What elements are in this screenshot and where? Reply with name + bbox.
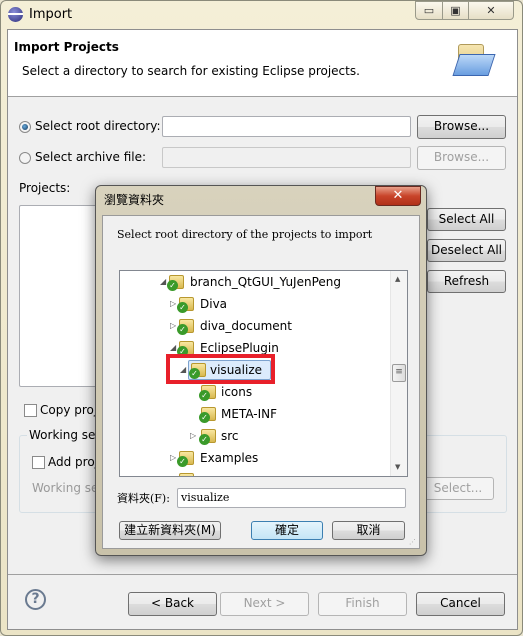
tree-item-label: Examples bbox=[200, 451, 259, 465]
cancel-button[interactable]: Cancel bbox=[416, 592, 505, 616]
root-browse-button[interactable]: Browse... bbox=[417, 115, 506, 139]
page-description: Select a directory to search for existin… bbox=[22, 64, 360, 78]
archive-browse-button[interactable]: Browse... bbox=[417, 146, 506, 170]
folder-banner-icon bbox=[452, 42, 496, 82]
maximize-button[interactable]: ▣ bbox=[442, 1, 469, 20]
window-title: Import bbox=[29, 7, 73, 22]
tree-scrollbar[interactable]: ▲ ≡ ▼ bbox=[390, 271, 407, 476]
ok-button[interactable]: 確定 bbox=[251, 521, 323, 540]
resize-grip-icon[interactable]: ⋰ bbox=[409, 538, 416, 546]
archive-file-radio[interactable] bbox=[19, 152, 31, 164]
page-title: Import Projects bbox=[14, 40, 119, 54]
root-directory-input[interactable] bbox=[162, 116, 411, 137]
dialog-cancel-button[interactable]: 取消 bbox=[332, 521, 405, 540]
back-button[interactable]: < Back bbox=[128, 592, 217, 616]
select-all-button[interactable]: Select All bbox=[427, 208, 506, 231]
archive-file-label: Select archive file: bbox=[35, 150, 147, 164]
minimize-button[interactable]: ▭ bbox=[415, 1, 443, 20]
scroll-down-icon[interactable]: ▼ bbox=[395, 463, 400, 471]
root-directory-radio[interactable] bbox=[19, 121, 31, 133]
finish-button[interactable]: Finish bbox=[318, 592, 407, 616]
tree-item-label: icons bbox=[221, 385, 253, 399]
working-sets-group-label: Working set bbox=[27, 428, 103, 442]
add-to-working-sets-label: Add proj bbox=[48, 455, 99, 469]
tree-item-label: branch_QtGUI_YuJenPeng bbox=[190, 275, 341, 289]
root-directory-label: Select root directory: bbox=[35, 119, 161, 133]
folder-input[interactable]: visualize bbox=[177, 488, 406, 508]
next-button[interactable]: Next > bbox=[220, 592, 309, 616]
refresh-button[interactable]: Refresh bbox=[427, 270, 506, 293]
help-icon[interactable]: ? bbox=[25, 589, 46, 610]
close-button[interactable]: ✕ bbox=[468, 1, 514, 20]
wizard-header: Import Projects Select a directory to se… bbox=[8, 30, 517, 97]
selection-highlight-box bbox=[166, 354, 275, 384]
copy-projects-label: Copy proj bbox=[40, 403, 98, 417]
working-sets-select-button[interactable]: Select... bbox=[422, 477, 494, 500]
deselect-all-button[interactable]: Deselect All bbox=[427, 239, 506, 262]
scroll-thumb[interactable]: ≡ bbox=[392, 364, 406, 382]
working-sets-field-label: Working se bbox=[32, 481, 99, 495]
tree-item-label: src bbox=[221, 429, 239, 443]
tree-item-label: META-INF bbox=[221, 407, 278, 421]
footer-divider bbox=[8, 574, 517, 575]
dialog-close-button[interactable]: ✕ bbox=[375, 186, 421, 206]
tree-item-label: Diva bbox=[200, 297, 228, 311]
dialog-body: Select root directory of the projects to… bbox=[102, 215, 420, 549]
browse-folder-dialog: 瀏覽資料夾 ✕ Select root directory of the pro… bbox=[95, 185, 427, 556]
scroll-up-icon[interactable]: ▲ bbox=[395, 275, 400, 283]
archive-file-input[interactable] bbox=[162, 147, 411, 168]
add-to-working-sets-checkbox[interactable] bbox=[32, 456, 45, 469]
copy-projects-checkbox[interactable] bbox=[24, 404, 37, 417]
projects-label: Projects: bbox=[19, 181, 71, 195]
eclipse-icon bbox=[8, 7, 23, 22]
folder-label: 資料夾(F): bbox=[117, 492, 170, 505]
dialog-title: 瀏覽資料夾 bbox=[104, 193, 165, 207]
dialog-instruction: Select root directory of the projects to… bbox=[117, 228, 373, 241]
tree-item-label: diva_document bbox=[200, 319, 292, 333]
new-folder-button[interactable]: 建立新資料夾(M) bbox=[119, 521, 221, 540]
